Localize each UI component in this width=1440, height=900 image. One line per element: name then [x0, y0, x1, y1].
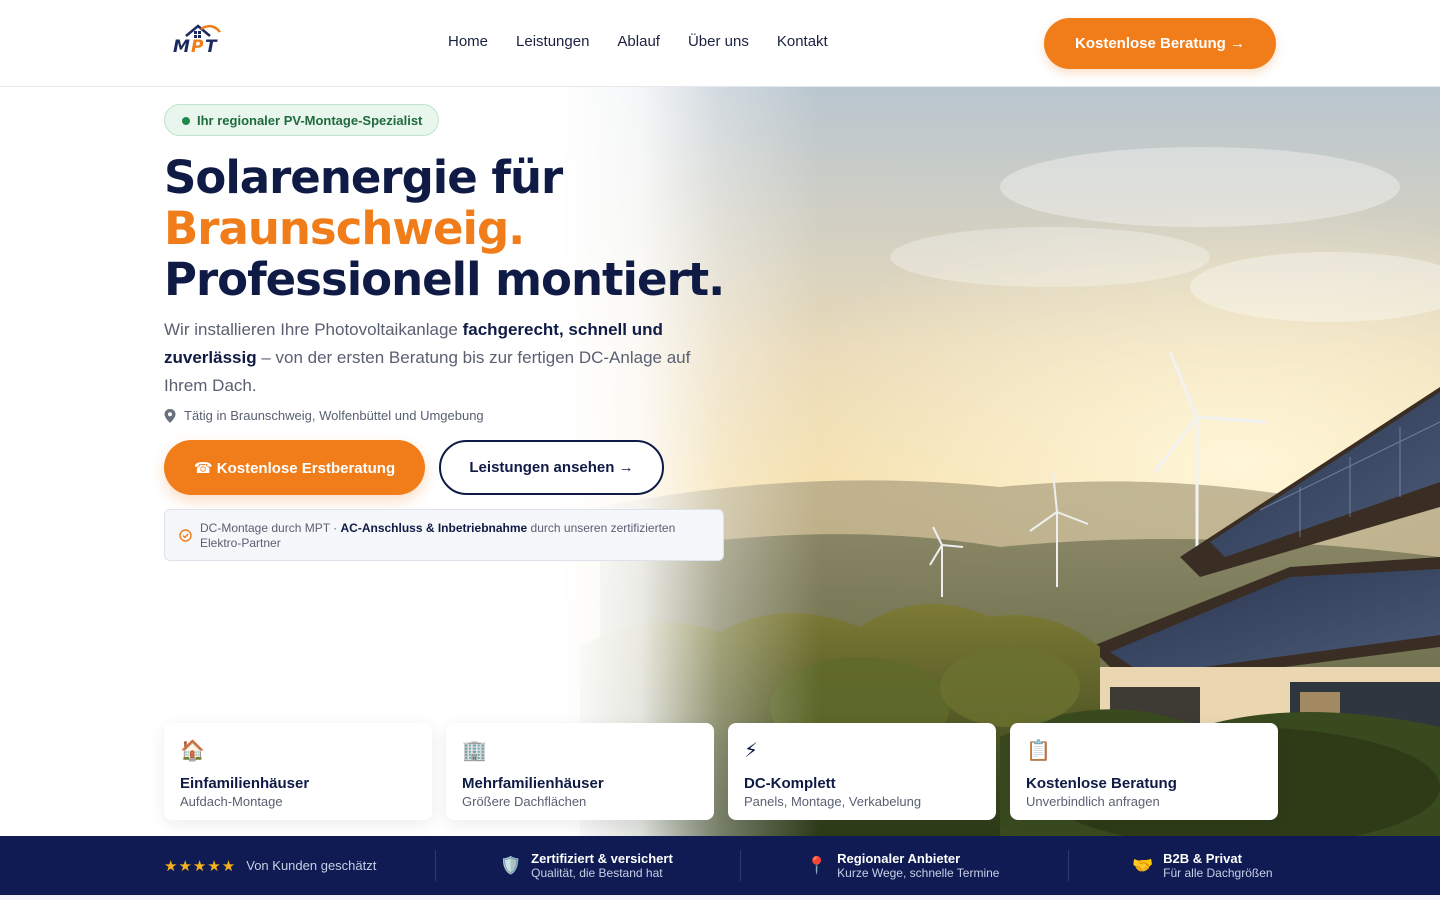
svg-text:T: T — [205, 37, 218, 57]
reviews-text: Von Kunden geschätzt — [246, 858, 377, 873]
trust-divider — [435, 850, 436, 881]
hero-badge: Ihr regionaler PV-Montage-Spezialist — [164, 104, 440, 136]
mpt-logo[interactable]: M P T — [168, 20, 232, 62]
page-bottom-strip — [0, 895, 1440, 900]
svg-text:P: P — [191, 37, 204, 57]
lightning-icon: ⚡ — [744, 740, 759, 762]
badge-dot-icon — [182, 117, 190, 125]
card-einfamilienhaeuser[interactable]: 🏠 Einfamilienhäuser Aufdach-Montage — [164, 723, 432, 820]
card-subtitle: Größere Dachflächen — [462, 794, 587, 809]
trust-b2b: 🤝 B2B & Privat Für alle Dachgrößen — [1132, 836, 1273, 895]
svg-text:M: M — [173, 37, 190, 57]
nav-kontakt[interactable]: Kontakt — [777, 33, 828, 50]
trust-subtitle: Qualität, die Bestand hat — [531, 866, 663, 880]
lead-text-1: Wir installieren Ihre Photovoltaikanlage — [164, 320, 463, 339]
building-icon: 🏢 — [462, 740, 487, 762]
card-title: Kostenlose Beratung — [1026, 775, 1177, 792]
nav-ueber-uns[interactable]: Über uns — [688, 33, 749, 50]
notice-text: DC-Montage durch MPT · AC-Anschluss & In… — [200, 521, 710, 551]
trust-title: B2B & Privat — [1163, 851, 1242, 866]
notice-text-1: DC-Montage durch MPT · — [200, 521, 341, 535]
house-icon: 🏠 — [180, 740, 205, 762]
card-title: DC-Komplett — [744, 775, 836, 792]
card-mehrfamilienhaeuser[interactable]: 🏢 Mehrfamilienhäuser Größere Dachflächen — [446, 723, 714, 820]
card-title: Mehrfamilienhäuser — [462, 775, 604, 792]
nav-home[interactable]: Home — [448, 33, 488, 50]
hero-lead: Wir installieren Ihre Photovoltaikanlage… — [164, 316, 704, 400]
card-subtitle: Panels, Montage, Verkabelung — [744, 794, 922, 809]
trust-regional: 📍 Regionaler Anbieter Kurze Wege, schnel… — [806, 836, 999, 895]
headline-line-1: Solarenergie für — [164, 151, 563, 204]
clipboard-icon: 📋 — [1026, 740, 1051, 762]
trust-reviews: ★★★★★ Von Kunden geschätzt — [164, 836, 376, 895]
nav-leistungen[interactable]: Leistungen — [516, 33, 589, 50]
shield-icon: 🛡️ — [500, 855, 522, 875]
headline-line-3: Professionell montiert. — [164, 253, 725, 306]
view-services-button[interactable]: Leistungen ansehen → — [439, 440, 664, 495]
location-line: Tätig in Braunschweig, Wolfenbüttel und … — [164, 408, 484, 423]
trust-title: Zertifiziert & versichert — [531, 851, 673, 866]
trust-divider — [740, 850, 741, 881]
trust-subtitle: Kurze Wege, schnelle Termine — [837, 866, 1000, 880]
card-dc-komplett[interactable]: ⚡ DC-Komplett Panels, Montage, Verkabelu… — [728, 723, 996, 820]
header-cta-button[interactable]: Kostenlose Beratung → — [1044, 18, 1276, 69]
card-kostenlose-beratung[interactable]: 📋 Kostenlose Beratung Unverbindlich anfr… — [1010, 723, 1278, 820]
headline-line-2: Braunschweig. — [164, 202, 525, 255]
star-rating-icon: ★★★★★ — [164, 857, 237, 875]
location-text: Tätig in Braunschweig, Wolfenbüttel und … — [184, 408, 484, 423]
card-subtitle: Unverbindlich anfragen — [1026, 794, 1160, 809]
nav-ablauf[interactable]: Ablauf — [617, 33, 660, 50]
feature-cards: 🏠 Einfamilienhäuser Aufdach-Montage 🏢 Me… — [164, 723, 1278, 820]
notice-bold: AC-Anschluss & Inbetriebnahme — [340, 521, 528, 535]
trust-divider — [1068, 850, 1069, 881]
dc-ac-notice: DC-Montage durch MPT · AC-Anschluss & In… — [164, 509, 724, 561]
trust-subtitle: Für alle Dachgrößen — [1163, 866, 1273, 880]
free-consultation-button[interactable]: ☎ Kostenlose Erstberatung — [164, 440, 425, 495]
trust-bar: ★★★★★ Von Kunden geschätzt 🛡️ Zertifizie… — [0, 836, 1440, 895]
site-header: M P T Home Leistungen Ablauf Über uns Ko… — [0, 0, 1440, 87]
trust-certified: 🛡️ Zertifiziert & versichert Qualität, d… — [500, 836, 673, 895]
handshake-icon: 🤝 — [1132, 855, 1154, 875]
trust-title: Regionaler Anbieter — [837, 851, 961, 866]
badge-label: Ihr regionaler PV-Montage-Spezialist — [197, 112, 423, 128]
check-circle-icon — [179, 529, 192, 542]
map-pin-icon: 📍 — [806, 855, 828, 875]
hero-headline: Solarenergie für Braunschweig. Professio… — [164, 151, 725, 306]
card-title: Einfamilienhäuser — [180, 775, 310, 792]
map-pin-icon — [164, 408, 176, 423]
card-subtitle: Aufdach-Montage — [180, 794, 283, 809]
main-nav: Home Leistungen Ablauf Über uns Kontakt — [448, 33, 828, 50]
